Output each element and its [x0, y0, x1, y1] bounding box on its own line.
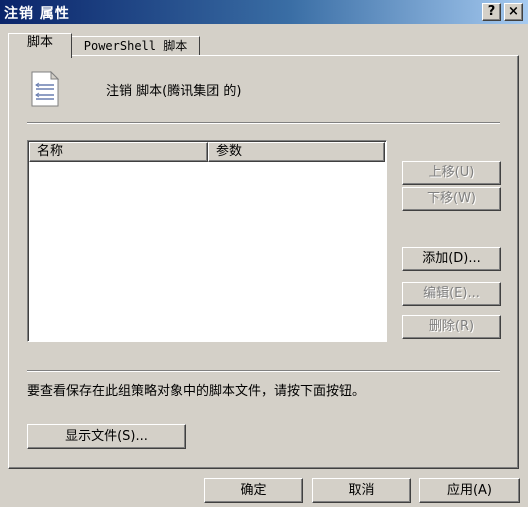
scripts-list[interactable]: 名称 参数 — [27, 140, 387, 342]
tab-powershell-scripts[interactable]: PowerShell 脚本 — [71, 36, 200, 56]
info-text: 要查看保存在此组策略对象中的脚本文件，请按下面按钮。 — [27, 384, 366, 399]
header-separator — [27, 122, 500, 124]
close-button[interactable]: × — [504, 3, 523, 21]
cancel-button[interactable]: 取消 — [312, 478, 411, 503]
script-description: 注销 脚本(腾讯集团 的) — [106, 84, 242, 99]
title-bar: 注销 属性 ? × — [0, 0, 528, 24]
tab-scripts[interactable]: 脚本 — [8, 33, 72, 58]
edit-button[interactable]: 编辑(E)... — [402, 282, 501, 306]
column-header-name[interactable]: 名称 — [29, 142, 208, 162]
apply-button[interactable]: 应用(A) — [419, 478, 520, 503]
remove-button[interactable]: 删除(R) — [402, 315, 501, 339]
move-up-button[interactable]: 上移(U) — [402, 161, 501, 185]
window-title: 注销 属性 — [4, 6, 70, 22]
move-down-button[interactable]: 下移(W) — [402, 187, 501, 211]
add-button[interactable]: 添加(D)... — [402, 247, 501, 271]
column-header-parameters[interactable]: 参数 — [208, 142, 385, 162]
ok-button[interactable]: 确定 — [204, 478, 303, 503]
help-button[interactable]: ? — [482, 3, 501, 21]
info-separator — [27, 370, 500, 372]
show-files-button[interactable]: 显示文件(S)... — [27, 424, 186, 449]
script-document-icon — [31, 71, 60, 107]
